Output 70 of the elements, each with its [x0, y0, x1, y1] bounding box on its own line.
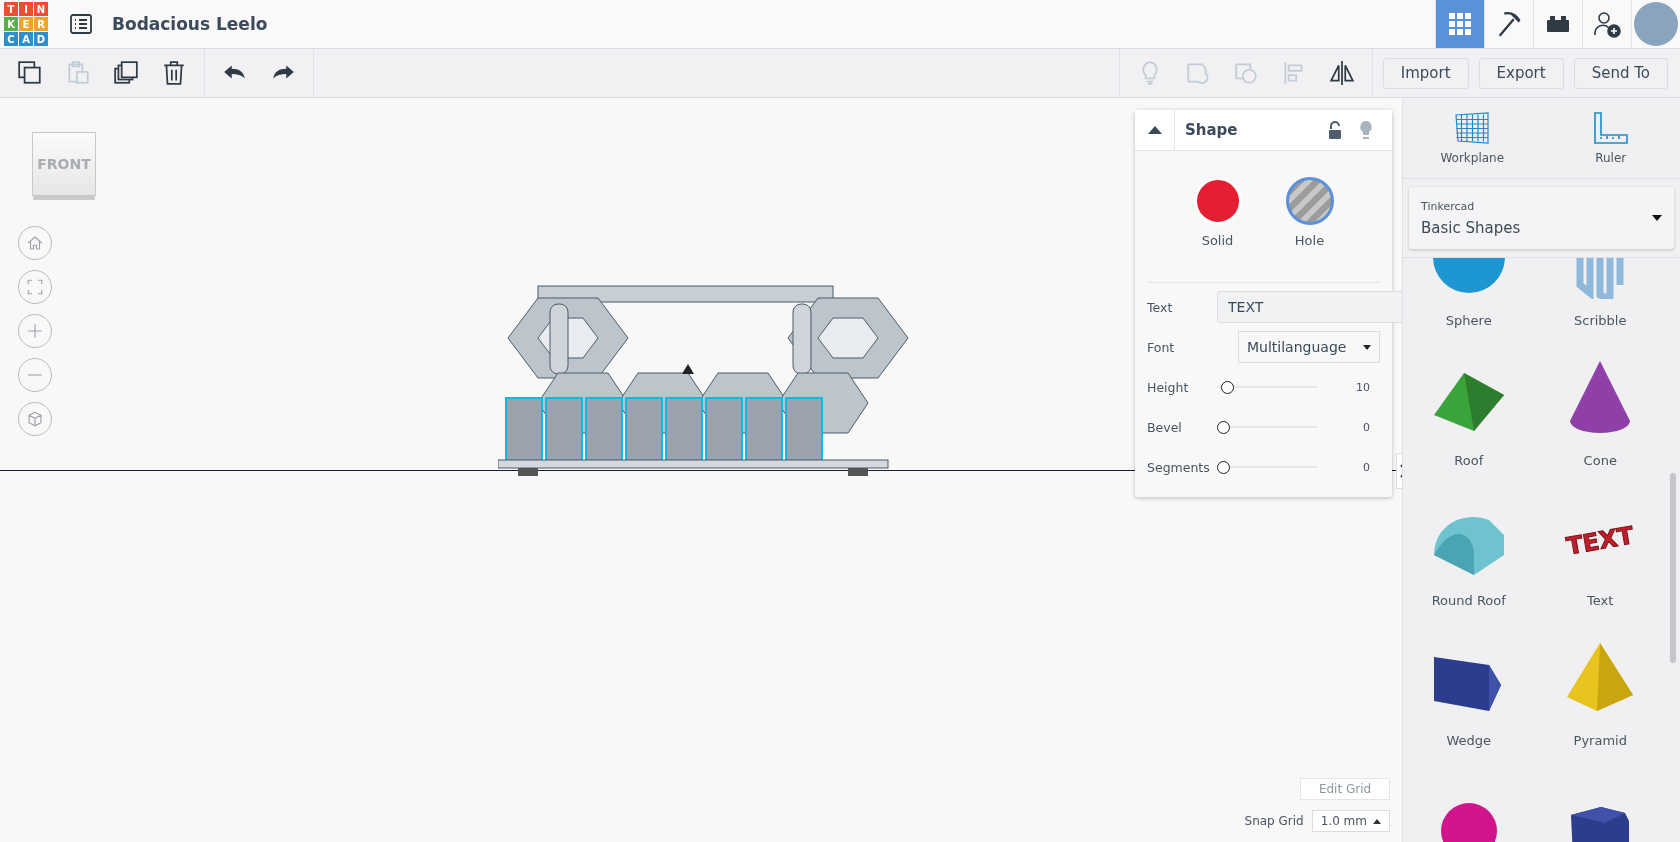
slider-value: 0	[1363, 420, 1371, 434]
trash-icon	[161, 60, 187, 86]
field-label: Font	[1147, 339, 1176, 355]
logo-letter: T	[4, 2, 18, 16]
copy-icon	[17, 60, 43, 86]
logo-letter: A	[19, 32, 33, 46]
shape-item[interactable]: Pyramid	[1534, 617, 1666, 757]
library-caption: Tinkercad	[1421, 199, 1476, 213]
logo-letter: C	[4, 32, 18, 46]
shape-item[interactable]: Cone	[1534, 337, 1666, 477]
workplane-icon	[1454, 111, 1491, 145]
caret-up-icon	[1147, 126, 1162, 134]
lock-button[interactable]	[1328, 121, 1342, 139]
slider-thumb[interactable]	[1221, 380, 1235, 394]
mode-option[interactable]: Hole	[1285, 177, 1334, 248]
toolbar-button[interactable]: Send To	[1573, 57, 1668, 89]
field-label: Text	[1147, 299, 1174, 315]
group-icon	[1184, 60, 1211, 86]
snap-grid-dropdown[interactable]: 1.0 mm	[1311, 810, 1390, 832]
shape-item[interactable]: Wedge	[1403, 617, 1535, 757]
library-value: Basic Shapes	[1421, 218, 1522, 237]
ruler-icon	[1592, 111, 1629, 145]
grid-icon	[1448, 12, 1472, 36]
duplicate-icon	[113, 60, 139, 86]
avatar	[1634, 2, 1678, 46]
slider-value: 10	[1356, 380, 1371, 394]
design-title: Bodacious Leelo	[112, 14, 268, 34]
sidebar-tool-button[interactable]: Ruler	[1541, 98, 1680, 178]
caret-icon	[1363, 344, 1371, 350]
logo-letter: I	[19, 2, 33, 16]
logo-letter: D	[34, 32, 48, 46]
view-control-button[interactable]	[18, 226, 52, 260]
sidebar-tool-button[interactable]: Workplane	[1403, 98, 1542, 178]
design-list-button[interactable]	[70, 14, 92, 34]
slider-value: 0	[1363, 460, 1371, 474]
ungroup-icon	[1232, 60, 1259, 86]
zoom-in-icon	[26, 322, 44, 340]
logo-letter: K	[4, 17, 18, 31]
toolbar-button[interactable]: Export	[1478, 57, 1564, 89]
field-label: Segments	[1147, 459, 1211, 475]
logo-letter: E	[19, 17, 33, 31]
text-input-field[interactable]: TEXT	[1217, 291, 1402, 323]
shape-item[interactable]: Scribble	[1534, 258, 1666, 337]
shape-item[interactable]: TEXT Text	[1534, 477, 1666, 617]
field-label: Bevel	[1147, 419, 1183, 435]
logo-letter: N	[34, 2, 48, 16]
shape-item[interactable]: Round Roof	[1403, 477, 1535, 617]
library-dropdown[interactable]: Tinkercad Basic Shapes	[1409, 187, 1674, 249]
shape-item[interactable]: Roof	[1403, 337, 1535, 477]
mode-option[interactable]: Solid	[1193, 177, 1242, 248]
toolbar-button[interactable]: Import	[1382, 57, 1469, 89]
field-label: Height	[1147, 379, 1190, 395]
lightbulb-button[interactable]	[1358, 120, 1374, 140]
panel-title: Shape	[1185, 121, 1239, 139]
font-dropdown[interactable]: Multilanguage	[1238, 331, 1380, 363]
paste-icon	[65, 60, 91, 86]
caret-icon	[1652, 215, 1662, 221]
shape-item[interactable]: Sphere	[1403, 258, 1535, 337]
slider-thumb[interactable]	[1217, 420, 1230, 434]
cube-icon	[26, 410, 44, 428]
text-shape-glyph: TEXT	[1564, 521, 1637, 561]
scrollbar[interactable]	[1670, 473, 1676, 663]
add-user-icon	[1592, 9, 1622, 39]
logo-letter: R	[34, 17, 48, 31]
fit-view-icon	[26, 278, 44, 296]
home-icon	[26, 234, 44, 252]
caret-up-icon	[1373, 818, 1381, 824]
snap-grid-label: Snap Grid	[1244, 814, 1304, 828]
slider-thumb[interactable]	[1217, 460, 1230, 474]
mirror-icon	[1328, 60, 1355, 86]
